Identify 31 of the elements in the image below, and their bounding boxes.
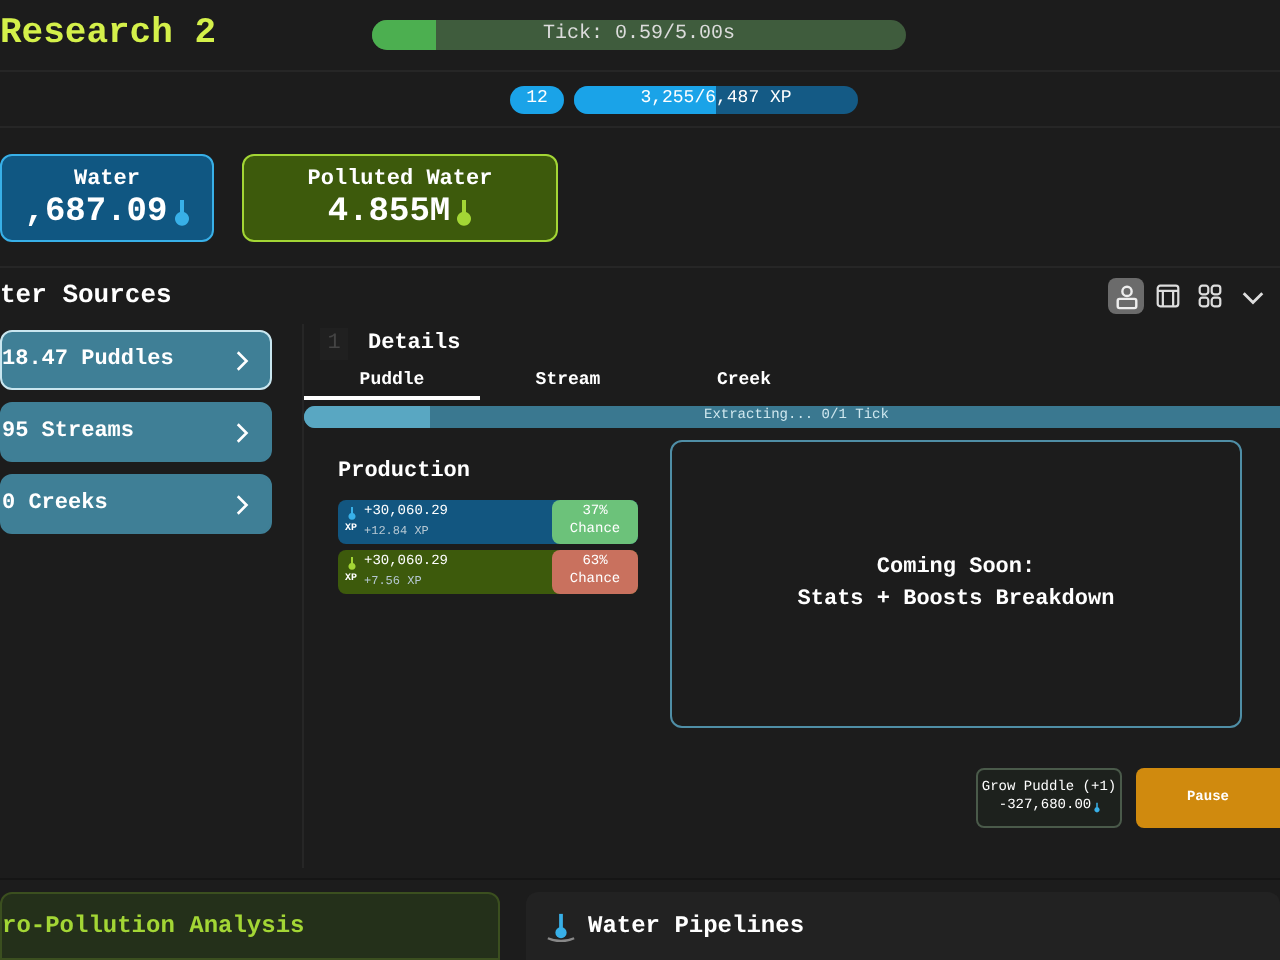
chevron-right-icon [236,421,250,443]
resource-amount: ,687.09 [24,196,168,231]
water-tap-icon [546,911,576,941]
coming-soon-title: Coming Soon: [876,553,1036,583]
tab[interactable]: Puddle [304,366,480,400]
source-item[interactable]: 95 Streams [0,402,272,462]
tab[interactable]: Stream [480,366,656,400]
section-title: ter Sources [0,278,172,315]
details-title: Details [368,329,461,360]
page-title: Research 2 [0,12,219,58]
resource-amount: 4.855M [327,196,451,231]
resource-name: Polluted Water [307,165,493,196]
coming-soon-subtitle: Stats + Boosts Breakdown [797,586,1115,616]
panel-title: ro-Pollution Analysis [2,910,305,944]
level-badge: 12 [510,85,564,113]
chevron-right-icon [236,493,250,515]
tab[interactable]: Creek [656,366,832,400]
chevron-right-icon [236,349,250,371]
xp-label: 3,255/6,487 XP [640,85,792,112]
production-title: Production [338,458,473,488]
person-icon[interactable] [1108,278,1144,314]
tick-label: Tick: 0.59/5.00s [542,21,735,50]
source-item[interactable]: 0 Creeks [0,474,272,534]
droplet-icon [456,199,473,228]
droplet-icon [347,555,355,572]
droplet-icon [1093,801,1100,813]
droplet-icon [347,505,355,522]
source-item[interactable]: 18.47 Puddles [0,330,272,390]
resource-name: Water [73,165,140,196]
droplet-icon [173,199,190,228]
panel-title: Water Pipelines [588,910,805,944]
